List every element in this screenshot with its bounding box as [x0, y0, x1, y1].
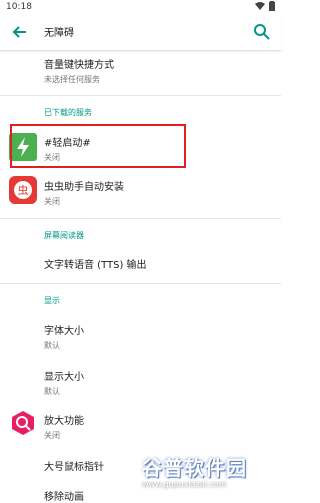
item-subtitle: 关闭 — [44, 431, 60, 440]
divider — [0, 283, 281, 284]
item-title: 文字转语音 (TTS) 输出 — [44, 260, 147, 271]
item-subtitle: 默认 — [44, 387, 60, 396]
search-icon[interactable] — [251, 21, 273, 43]
item-subtitle: 关闭 — [44, 197, 60, 206]
wifi-icon — [255, 2, 265, 10]
section-header-screen-reader: 屏幕阅读器 — [44, 231, 84, 240]
item-subtitle: 默认 — [44, 341, 60, 350]
section-header-downloaded: 已下载的服务 — [44, 108, 92, 117]
watermark-url: www.gupuxiazai.com — [142, 480, 227, 489]
highlight-box — [10, 124, 186, 168]
watermark-main: 谷普软件园 — [142, 456, 247, 480]
list-item-magnification[interactable]: 放大功能 关闭 — [44, 412, 84, 441]
item-title: 放大功能 — [44, 416, 84, 427]
app-bar: 无障碍 — [0, 14, 281, 51]
divider — [0, 218, 281, 219]
status-bar: 10:18 — [0, 0, 281, 14]
item-title: 大号鼠标指针 — [44, 462, 104, 473]
item-title: 音量键快捷方式 — [44, 60, 114, 71]
list-item-volume-shortcut[interactable]: 音量键快捷方式 未选择任何服务 — [44, 56, 114, 85]
list-item-font-size[interactable]: 字体大小 默认 — [44, 322, 84, 351]
section-header-display: 显示 — [44, 296, 60, 305]
item-title: 字体大小 — [44, 326, 84, 337]
list-item-display-size[interactable]: 显示大小 默认 — [44, 368, 84, 397]
magnification-icon — [12, 411, 34, 435]
divider — [0, 95, 281, 96]
list-item-large-pointer[interactable]: 大号鼠标指针 — [44, 458, 104, 473]
battery-icon — [269, 1, 275, 11]
svg-text:虫: 虫 — [18, 184, 29, 197]
list-item-chongchong[interactable]: 虫虫助手自动安装 关闭 — [44, 178, 124, 207]
watermark: 谷普软件园 www.gupuxiazai.com — [142, 452, 278, 496]
list-item-tts-output[interactable]: 文字转语音 (TTS) 输出 — [44, 256, 147, 271]
list-item-remove-animations[interactable]: 移除动画 — [44, 488, 84, 503]
back-arrow-icon[interactable] — [8, 21, 30, 43]
item-title: 显示大小 — [44, 372, 84, 383]
chongchong-app-icon: 虫 — [9, 176, 37, 204]
status-icons — [255, 1, 275, 11]
page-title: 无障碍 — [44, 28, 74, 39]
item-title: 虫虫助手自动安装 — [44, 182, 124, 193]
status-time: 10:18 — [6, 2, 32, 12]
item-subtitle: 未选择任何服务 — [44, 75, 100, 84]
